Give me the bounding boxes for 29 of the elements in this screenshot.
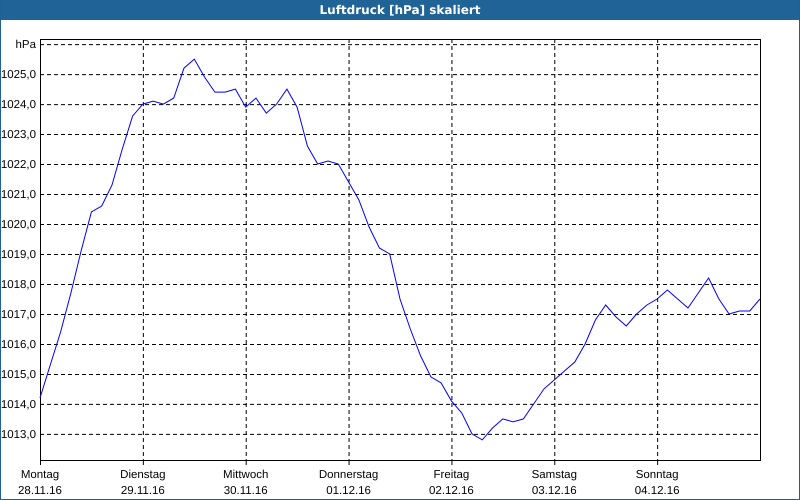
- y-axis-label: 1017,0: [1, 308, 36, 321]
- date-label: 30.11.16: [224, 485, 268, 497]
- y-axis-label: 1018,0: [1, 278, 36, 291]
- y-axis-label: 1021,0: [1, 189, 36, 202]
- y-axis-label: 1024,0: [1, 99, 36, 112]
- y-axis-label: 1022,0: [1, 159, 36, 172]
- date-label: 01.12.16: [326, 485, 371, 497]
- y-axis-label: hPa: [16, 39, 36, 52]
- y-axis-label: 1023,0: [1, 129, 36, 142]
- x-axis-label: Dienstag: [120, 469, 166, 481]
- window-title: Luftdruck [hPa] skaliert: [1, 0, 799, 20]
- x-axis-label: Samstag: [532, 469, 577, 481]
- x-axis-label: Mittwoch: [223, 469, 268, 481]
- x-axis-label: Montag: [20, 469, 60, 481]
- x-axis-label: Freitag: [434, 469, 470, 481]
- x-axis-label: Sonntag: [636, 469, 679, 481]
- y-axis-label: 1014,0: [1, 398, 36, 411]
- x-axis-label: Donnerstag: [318, 469, 378, 481]
- y-axis-label: 1025,0: [1, 69, 36, 82]
- y-axis-label: 1019,0: [1, 249, 36, 261]
- y-axis-label: 1013,0: [1, 428, 36, 441]
- date-label: 29.11.16: [120, 485, 165, 497]
- y-axis-label: 1015,0: [1, 368, 36, 381]
- date-label: 28.11.16: [18, 485, 62, 497]
- date-label: 04.12.16: [634, 485, 680, 497]
- y-axis-label: 1020,0: [1, 219, 36, 231]
- date-label: 02.12.16: [429, 485, 474, 497]
- date-label: 03.12.16: [532, 485, 577, 497]
- y-axis-label: 1016,0: [1, 338, 36, 351]
